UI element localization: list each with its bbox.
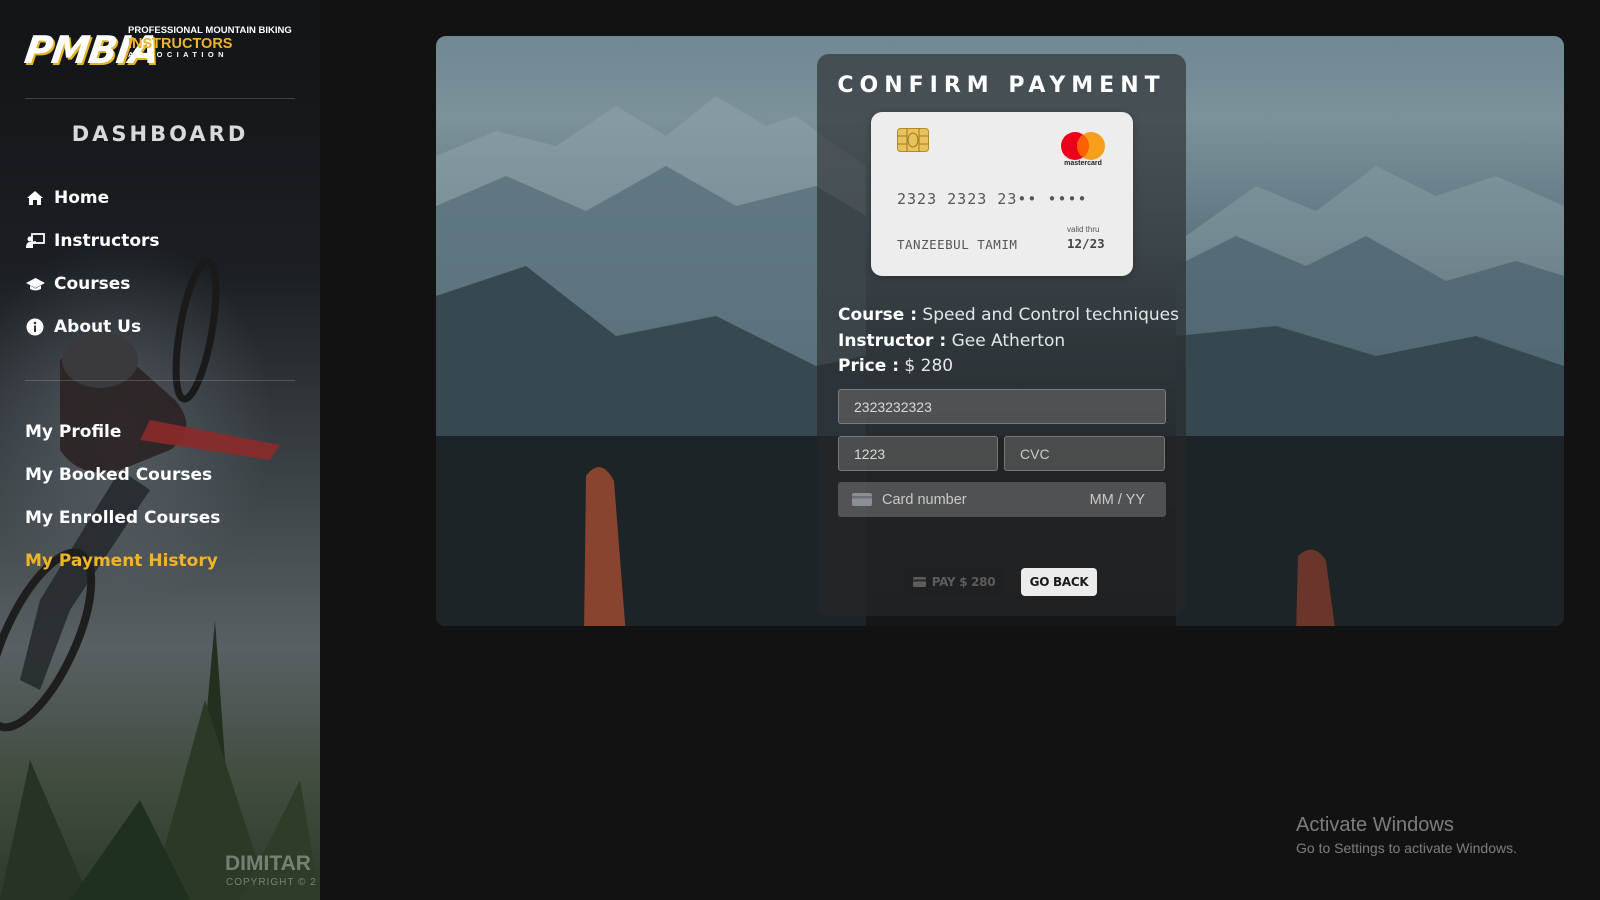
nav-item-label: My Payment History [25, 551, 218, 571]
sidebar: PMBIA PROFESSIONAL MOUNTAIN BIKING INSTR… [0, 0, 320, 900]
instructor-value: Gee Atherton [951, 331, 1066, 351]
photo-watermark-copyright: COPYRIGHT © 2 [226, 877, 317, 888]
card-holder-name: TANZEEBUL TAMIM [897, 237, 1018, 252]
nav-item-about-us[interactable]: About Us [25, 314, 141, 340]
course-info: Course : Speed and Control techniques [838, 305, 1179, 325]
nav-item-label: My Booked Courses [25, 465, 213, 485]
nav-item-label: My Profile [25, 422, 122, 442]
logo-line-3: ASSOCIATION [128, 50, 228, 59]
nav-item-my-booked-courses[interactable]: My Booked Courses [25, 462, 212, 488]
graduation-cap-icon [25, 274, 45, 294]
nav-item-my-payment-history[interactable]: My Payment History [25, 548, 218, 574]
nav-item-label: Instructors [54, 231, 160, 251]
pay-button[interactable]: PAY $ 280 [905, 568, 1003, 596]
activate-windows-subtitle: Go to Settings to activate Windows. [1296, 840, 1517, 856]
nav-item-my-profile[interactable]: My Profile [25, 419, 121, 445]
cvc-input[interactable] [1004, 436, 1165, 471]
info-icon [25, 317, 45, 337]
instructor-label: Instructor : [838, 331, 947, 351]
nav-item-label: Courses [54, 274, 131, 294]
activate-windows-title: Activate Windows [1296, 814, 1454, 836]
nav-item-label: Home [54, 188, 110, 208]
card-number-display: 2323 2323 23•• •••• [897, 190, 1088, 208]
nav-item-home[interactable]: Home [25, 185, 109, 211]
sidebar-divider-middle [25, 380, 295, 381]
card-brand-label: mastercard [1064, 160, 1102, 167]
instructor-info: Instructor : Gee Atherton [838, 331, 1065, 351]
course-value: Speed and Control techniques [922, 305, 1179, 325]
activate-windows-notice: Activate Windows Go to Settings to activ… [1296, 814, 1517, 856]
logo-line-2: INSTRUCTORS [128, 35, 233, 52]
stripe-card-number-placeholder[interactable]: Card number [882, 492, 1090, 508]
nav-item-courses[interactable]: Courses [25, 271, 130, 297]
photo-watermark: DIMITAR [225, 852, 311, 875]
stripe-card-element[interactable]: Card number MM / YY [838, 482, 1166, 517]
price-info: Price : $ 280 [838, 356, 953, 376]
credit-card-icon [852, 493, 872, 506]
price-value: $ 280 [904, 356, 954, 376]
nav-item-label: About Us [54, 317, 142, 337]
card-number-input[interactable] [838, 389, 1166, 424]
home-icon [25, 188, 45, 208]
course-label: Course : [838, 305, 918, 325]
card-chip-icon [897, 128, 929, 152]
pmbia-logo[interactable]: PMBIA PROFESSIONAL MOUNTAIN BIKING INSTR… [22, 24, 295, 80]
page-title: CONFIRM PAYMENT [837, 73, 1166, 98]
card-valid-thru: 12/23 [1067, 236, 1105, 251]
go-back-button[interactable]: GO BACK [1021, 568, 1097, 596]
instructor-board-icon [25, 231, 45, 251]
logo-line-1: PROFESSIONAL MOUNTAIN BIKING [128, 25, 292, 36]
logo-text: PROFESSIONAL MOUNTAIN BIKING INSTRUCTORS… [128, 26, 292, 59]
dashboard-title: DASHBOARD [71, 122, 249, 146]
pay-button-label: PAY $ 280 [931, 575, 996, 589]
price-label: Price : [838, 356, 899, 376]
payment-panel: CONFIRM PAYMENT mastercard 2323 2323 23•… [817, 54, 1186, 616]
stripe-expiry-placeholder[interactable]: MM / YY [1090, 492, 1145, 508]
sidebar-divider-top [25, 98, 295, 99]
nav-item-label: My Enrolled Courses [25, 508, 221, 528]
credit-card-icon [912, 577, 926, 587]
nav-item-my-enrolled-courses[interactable]: My Enrolled Courses [25, 505, 220, 531]
card-valid-thru-label: valid thru [1067, 225, 1100, 234]
nav-item-instructors[interactable]: Instructors [25, 228, 160, 254]
expiry-input[interactable] [838, 436, 998, 471]
credit-card-preview: mastercard 2323 2323 23•• •••• TANZEEBUL… [871, 112, 1133, 276]
